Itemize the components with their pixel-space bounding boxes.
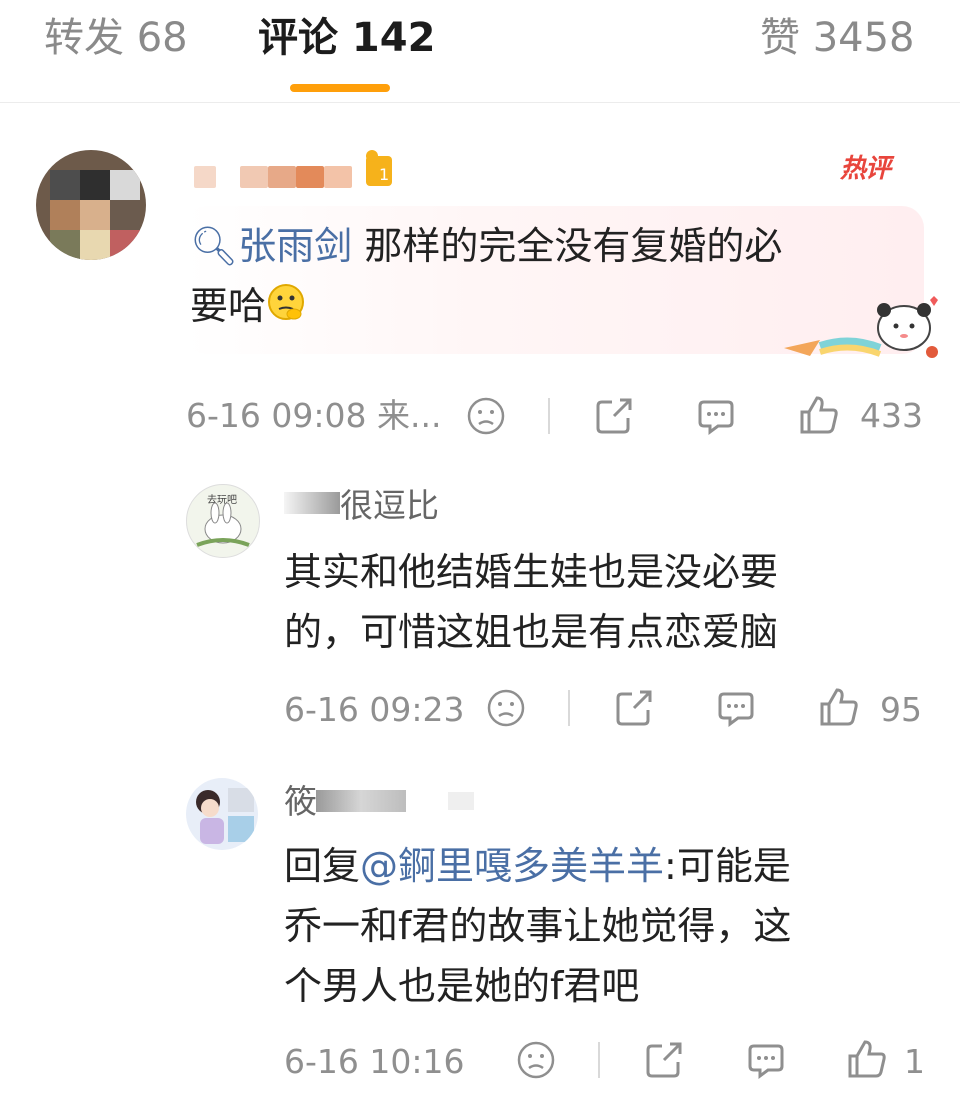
username-blur	[284, 492, 340, 514]
hot-comment-badge: 热评	[840, 154, 891, 184]
reply-timestamp: 6-16 09:23	[284, 690, 465, 729]
svg-text:1: 1	[379, 165, 389, 184]
comment-icon[interactable]	[746, 1040, 786, 1080]
thinking-emoji-icon	[266, 279, 306, 339]
active-tab-indicator	[290, 84, 390, 92]
avatar[interactable]	[186, 778, 258, 850]
sad-face-icon[interactable]	[486, 688, 526, 728]
svg-text:去玩吧: 去玩吧	[207, 494, 237, 506]
tab-reposts[interactable]: 转发 68	[44, 14, 188, 62]
search-icon: 🔍︎	[190, 224, 239, 268]
comment-icon[interactable]	[696, 396, 736, 436]
comment-tab-bar: 转发 68 评论 142 赞 3458	[0, 0, 960, 103]
sad-face-icon[interactable]	[466, 396, 506, 436]
like-count: 433	[860, 396, 923, 435]
share-icon[interactable]	[614, 688, 654, 728]
username-blur	[448, 792, 474, 810]
tab-likes[interactable]: 赞 3458	[760, 14, 915, 62]
reply-text: 回复@錒里嘎多美羊羊:可能是 乔一和f君的故事让她觉得，这 个男人也是她的f君吧	[284, 844, 792, 1008]
share-icon[interactable]	[594, 396, 634, 436]
sad-face-icon[interactable]	[516, 1040, 556, 1080]
share-icon[interactable]	[644, 1040, 684, 1080]
reply-timestamp: 6-16 10:16	[284, 1042, 465, 1081]
reply-text: 其实和他结婚生娃也是没必要 的，可惜这姐也是有点恋爱脑	[284, 550, 779, 654]
like-count: 1	[904, 1042, 925, 1081]
divider	[548, 398, 550, 434]
divider	[568, 690, 570, 726]
like-count: 95	[880, 690, 922, 729]
username-blur	[316, 790, 406, 812]
comment-timestamp: 6-16 09:08 来...	[186, 396, 442, 435]
like-icon[interactable]	[818, 686, 860, 728]
search-link[interactable]: 🔍︎张雨剑	[190, 224, 352, 268]
tab-comments[interactable]: 评论 142	[258, 14, 435, 62]
avatar[interactable]	[36, 150, 146, 260]
avatar[interactable]: 去玩吧	[186, 484, 260, 558]
divider	[598, 1042, 600, 1078]
panda-sticker-icon	[780, 296, 940, 366]
vip-level-icon: 1	[358, 148, 398, 190]
reply-username[interactable]: 筱	[284, 782, 317, 822]
comment-icon[interactable]	[716, 688, 756, 728]
mention-link[interactable]: @錒里嘎多美羊羊	[360, 844, 664, 888]
comment-source: 来...	[377, 396, 442, 435]
like-icon[interactable]	[798, 394, 840, 436]
reply-username[interactable]: 很逗比	[340, 486, 439, 526]
like-icon[interactable]	[846, 1038, 888, 1080]
